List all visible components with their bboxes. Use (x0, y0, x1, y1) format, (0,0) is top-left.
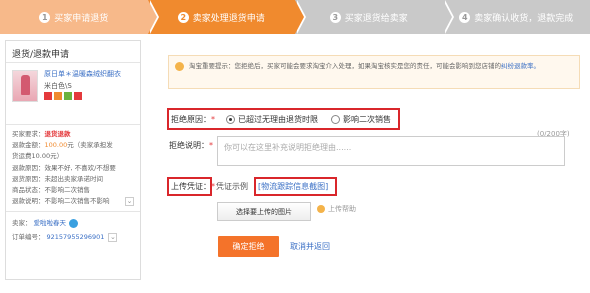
seller-info: 卖家： 爱啦啦春天 订单编号： 92157955296901 ⌄ (6, 212, 140, 248)
info-row: 退货原因： 未超出卖家承诺时间 (12, 174, 134, 185)
seller-row: 卖家： 爱啦啦春天 (12, 216, 134, 230)
info-label: 买家要求： (12, 130, 45, 138)
radio-icon[interactable] (331, 115, 340, 124)
cancel-and-return-link[interactable]: 取消并返回 (290, 241, 330, 252)
radio-selected-icon[interactable] (226, 115, 235, 124)
seller-label: 卖家： (12, 219, 32, 228)
info-row: 退款原因： 效果不好, 不喜欢/不想要 (12, 163, 134, 174)
badge-icon (54, 92, 62, 100)
info-label: 商品状态： (12, 186, 45, 195)
refusal-reason-group: 拒绝原因：* 已超过无理由退货时限 影响二次销售 (167, 108, 400, 130)
radio-option-expired[interactable]: 已超过无理由退货时限 (226, 114, 318, 125)
step-4-number: 4 (459, 11, 471, 23)
upload-proof-label: 上传凭证：* (167, 177, 215, 196)
info-label: 退款原因： (12, 163, 45, 172)
refund-amount: 100.00 (44, 141, 68, 150)
info-value: 效果不好, 不喜欢/不想要 (44, 163, 116, 172)
order-label: 订单编号： (12, 233, 45, 242)
confirm-refusal-button[interactable]: 确定拒绝 (218, 236, 279, 257)
panel-title: 退货/退款申请 (6, 41, 140, 63)
logistics-screenshot-link[interactable]: [物流跟踪信息截图] (254, 177, 337, 196)
service-badges (44, 92, 82, 100)
info-value: 元（卖家承担发 (67, 141, 113, 150)
product-name-link[interactable]: 原日单＊温暖森绒织翻衣 (44, 69, 138, 79)
choose-image-button[interactable]: 选择要上传的图片 (217, 202, 311, 221)
product-color: 米白色\S (44, 82, 72, 90)
radio-label: 影响二次销售 (343, 115, 391, 124)
info-row: 退款金额： 100.00 元（卖家承担发 (12, 140, 134, 151)
info-value: 未超出卖家承诺时间 (44, 174, 104, 183)
upload-help-link[interactable]: 上传帮助 (317, 204, 356, 214)
info-value: 不影响二次销售 (44, 186, 91, 195)
seller-name-link[interactable]: 爱啦啦春天 (34, 216, 67, 230)
lightbulb-icon (175, 62, 184, 71)
refusal-reason-label: 拒绝原因：* (171, 115, 215, 124)
badge-icon (44, 92, 52, 100)
refund-info: 买家要求： 退货退款 退款金额： 100.00 元（卖家承担发 货运费10.00… (6, 125, 140, 213)
step-2: 2 卖家处理退货申请 (147, 0, 306, 34)
step-3-number: 3 (329, 11, 341, 23)
notice-body: 淘宝重要提示：您拒绝后，买家可能会要求淘宝介入处理，如果淘宝核实是您的责任，可能… (189, 62, 501, 70)
important-notice: 淘宝重要提示：您拒绝后，买家可能会要求淘宝介入处理，如果淘宝核实是您的责任，可能… (168, 55, 580, 89)
info-row: 买家要求： 退货退款 (12, 129, 134, 140)
refusal-explanation-textarea[interactable]: 你可以在这里补充说明拒绝理由...... (217, 136, 565, 166)
step-1-number: 1 (39, 11, 51, 23)
wangwang-chat-icon[interactable] (69, 218, 78, 228)
step-4-label: 卖家确认收货，退款完成 (474, 13, 574, 24)
badge-icon (74, 92, 82, 100)
step-2-number: 2 (177, 11, 189, 23)
chevron-down-icon[interactable]: ⌄ (108, 232, 118, 242)
label-text: 拒绝说明： (169, 141, 209, 150)
step-3: 3 买家退货给卖家 (295, 0, 454, 34)
product-card: 原日单＊温暖森绒织翻衣 米白色\S (6, 63, 140, 125)
info-value: 货运费10.00元） (12, 152, 64, 161)
help-icon (317, 205, 325, 213)
radio-label: 已超过无理由退货时限 (238, 115, 318, 124)
label-text: 上传凭证： (171, 182, 211, 191)
dispute-rate-link[interactable]: 纠纷退款率。 (501, 62, 540, 70)
label-text: 拒绝原因： (171, 115, 211, 124)
step-2-label: 卖家处理退货申请 (192, 13, 265, 24)
chevron-down-icon[interactable]: ⌄ (125, 197, 134, 207)
step-1-label: 买家申请退货 (54, 13, 109, 24)
step-3-label: 买家退货给卖家 (344, 13, 408, 24)
info-row: 货运费10.00元） (12, 151, 134, 162)
step-4: 4 卖家确认收货，退款完成 (442, 0, 590, 34)
notice-text: 淘宝重要提示：您拒绝后，买家可能会要求淘宝介入处理，如果淘宝核实是您的责任，可能… (189, 61, 577, 72)
sample-label: 凭证示例 (216, 182, 248, 191)
progress-steps: 1 买家申请退货 2 卖家处理退货申请 3 买家退货给卖家 4 卖家确认收货，退… (0, 0, 590, 34)
product-thumbnail[interactable] (12, 70, 38, 102)
step-1: 1 买家申请退货 (0, 0, 159, 34)
refund-summary-panel: 退货/退款申请 原日单＊温暖森绒织翻衣 米白色\S 买家要求： 退货退款 退款金… (5, 40, 141, 280)
order-number-link[interactable]: 92157955296901 (47, 230, 105, 244)
info-row: 商品状态： 不影响二次销售 (12, 185, 134, 196)
info-label: 退款金额： (12, 141, 45, 150)
order-row: 订单编号： 92157955296901 ⌄ (12, 230, 134, 244)
info-value: 不影响二次销售不影响 (44, 197, 110, 206)
info-label: 退货原因： (12, 174, 45, 183)
help-text[interactable]: 上传帮助 (328, 204, 356, 214)
info-label: 退款说明： (12, 197, 45, 206)
radio-option-resale[interactable]: 影响二次销售 (331, 114, 391, 125)
info-row: 退款说明： 不影响二次销售不影响 ⌄ (12, 196, 134, 207)
refusal-form: 淘宝重要提示：您拒绝后，买家可能会要求淘宝介入处理，如果淘宝核实是您的责任，可能… (152, 40, 586, 280)
refusal-explanation-label: 拒绝说明：* (169, 141, 213, 150)
info-value: 退货退款 (44, 130, 71, 138)
badge-icon (64, 92, 72, 100)
